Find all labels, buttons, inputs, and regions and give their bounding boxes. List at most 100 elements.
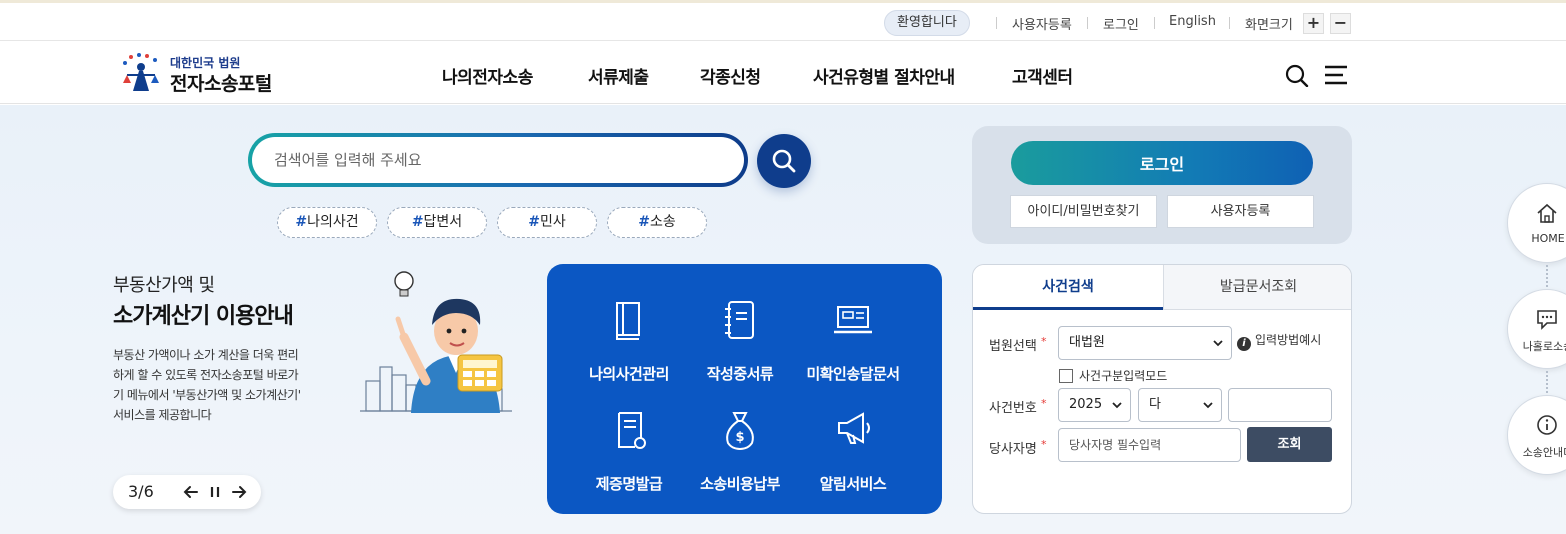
chevron-down-icon <box>1213 340 1223 347</box>
hashtag-my-case[interactable]: #나의사건 <box>277 207 377 238</box>
court-label-text: 법원선택 <box>989 339 1037 354</box>
home-icon <box>1537 203 1557 223</box>
chat-icon <box>1537 310 1557 330</box>
find-id-password-button[interactable]: 아이디/비밀번호찾기 <box>1010 195 1157 228</box>
case-number-label: 사건번호 * <box>989 397 1046 416</box>
nav-document-submit[interactable]: 서류제출 <box>588 63 649 88</box>
svg-text:$: $ <box>735 430 744 445</box>
dotted-divider <box>1546 265 1548 287</box>
calculator-person-illustration <box>360 271 512 413</box>
hash-mark: # <box>411 214 424 230</box>
search-icon <box>772 149 796 173</box>
quick-label: 작성중서류 <box>706 365 774 383</box>
case-year-select[interactable]: 2025 <box>1058 388 1131 422</box>
quick-draft-documents[interactable]: 작성중서류 <box>680 299 800 399</box>
court-emblem-icon <box>123 53 159 91</box>
money-bag-icon: $ <box>726 412 754 451</box>
case-type-value: 다 <box>1149 397 1161 412</box>
tab-issued-document-lookup[interactable]: 발급문서조회 <box>1163 265 1351 310</box>
login-box: 로그인 아이디/비밀번호찾기 사용자등록 <box>972 126 1352 244</box>
banner-title-line2[interactable]: 소가계산기 이용안내 <box>113 298 294 330</box>
quick-label: 나의사건관리 <box>589 365 669 383</box>
hashtag-lawsuit[interactable]: #소송 <box>607 207 707 238</box>
register-button[interactable]: 사용자등록 <box>1167 195 1314 228</box>
hash-mark: # <box>295 214 308 230</box>
hash-mark: # <box>638 214 650 230</box>
book-icon <box>616 302 640 340</box>
logo-title: 전자소송포털 <box>170 73 272 95</box>
quick-notification-service[interactable]: 알림서비스 <box>793 409 913 509</box>
quick-menu: 나의사건관리 작성중서류 미확인송달문서 제증명발급 $ 소송비용납부 알림서비… <box>547 264 942 514</box>
chevron-down-icon <box>1112 402 1122 409</box>
case-year-value: 2025 <box>1069 397 1103 412</box>
quick-label: 미확인송달문서 <box>806 365 900 383</box>
required-mark: * <box>1040 438 1047 451</box>
court-select[interactable]: 대법원 <box>1058 326 1232 360</box>
divider <box>1229 17 1230 29</box>
case-serial-input[interactable] <box>1228 388 1332 422</box>
hashtag-answer[interactable]: #답변서 <box>387 207 487 238</box>
zoom-in-button[interactable]: + <box>1303 13 1324 34</box>
case-number-label-text: 사건번호 <box>989 401 1037 416</box>
float-label: 소송안내미 <box>1522 446 1566 459</box>
tag-label: 소송 <box>649 214 676 230</box>
header: 대한민국 법원 전자소송포털 나의전자소송 서류제출 각종신청 사건유형별 절차… <box>0 41 1566 104</box>
input-help-link[interactable]: i 입력방법예시 <box>1237 331 1321 351</box>
required-mark: * <box>1040 335 1047 348</box>
arrow-right-icon[interactable] <box>229 482 249 502</box>
main-visual: #나의사건 #답변서 #민사 #소송 부동산가액 및 소가계산기 이용안내 부동… <box>0 105 1566 534</box>
case-type-mode-checkbox[interactable] <box>1059 369 1073 383</box>
nav-customer-center[interactable]: 고객센터 <box>1012 63 1073 88</box>
tab-case-search[interactable]: 사건검색 <box>973 265 1163 310</box>
party-name-label: 당사자명 * <box>989 438 1046 457</box>
site-logo[interactable]: 대한민국 법원 전자소송포털 <box>115 51 315 97</box>
court-label: 법원선택 * <box>989 335 1046 354</box>
quick-label: 소송비용납부 <box>700 475 780 493</box>
tag-label: 민사 <box>539 214 566 230</box>
float-litigation-guide[interactable]: 소송안내미 <box>1507 395 1566 475</box>
help-label: 입력방법예시 <box>1255 333 1322 347</box>
tag-label: 답변서 <box>423 214 463 230</box>
case-search-submit-button[interactable]: 조회 <box>1247 427 1332 462</box>
quick-my-case-management[interactable]: 나의사건관리 <box>569 299 689 399</box>
divider <box>1154 17 1155 29</box>
case-type-select[interactable]: 다 <box>1138 388 1222 422</box>
zoom-out-button[interactable]: − <box>1330 13 1351 34</box>
search-box <box>248 133 748 187</box>
login-link[interactable]: 로그인 <box>1103 14 1139 33</box>
banner-title-line1: 부동산가액 및 <box>113 275 215 296</box>
search-button[interactable] <box>757 134 811 188</box>
banner-description: 부동산 가액이나 소가 계산을 더욱 편리하게 할 수 있도록 전자소송포털 바… <box>113 348 301 422</box>
required-mark: * <box>1040 397 1047 410</box>
divider <box>1087 17 1088 29</box>
notebook-icon <box>725 301 754 339</box>
nav-my-ecase[interactable]: 나의전자소송 <box>442 63 533 88</box>
arrow-left-icon[interactable] <box>181 482 201 502</box>
utility-bar: 환영합니다 사용자등록 로그인 English 화면크기 + − <box>0 0 1566 41</box>
chevron-down-icon <box>1203 402 1213 409</box>
search-input[interactable] <box>252 137 744 183</box>
nav-procedure-guide[interactable]: 사건유형별 절차안내 <box>813 63 955 88</box>
zoom-label: 화면크기 <box>1245 18 1293 33</box>
float-home[interactable]: HOME <box>1507 183 1566 263</box>
login-button[interactable]: 로그인 <box>1011 141 1313 185</box>
banner-slider-control: 3/6 <box>113 475 261 509</box>
search-icon[interactable] <box>1284 63 1310 87</box>
english-link[interactable]: English <box>1169 14 1216 29</box>
float-self-litigation[interactable]: 나홀로소송 <box>1507 289 1566 369</box>
quick-label: 알림서비스 <box>819 475 887 493</box>
quick-unconfirmed-delivery[interactable]: 미확인송달문서 <box>793 299 913 399</box>
quick-litigation-fee-payment[interactable]: $ 소송비용납부 <box>680 409 800 509</box>
nav-applications[interactable]: 각종신청 <box>700 63 761 88</box>
register-link[interactable]: 사용자등록 <box>1012 14 1072 33</box>
party-name-input[interactable] <box>1058 428 1241 462</box>
hashtag-civil[interactable]: #민사 <box>497 207 597 238</box>
certificate-icon <box>618 412 646 449</box>
menu-icon[interactable] <box>1323 63 1349 87</box>
pause-icon[interactable] <box>205 482 225 502</box>
quick-certificate-issue[interactable]: 제증명발급 <box>569 409 689 509</box>
dotted-divider <box>1546 371 1548 393</box>
megaphone-icon <box>838 412 870 444</box>
info-icon <box>1537 415 1557 435</box>
float-label: HOME <box>1531 232 1565 245</box>
